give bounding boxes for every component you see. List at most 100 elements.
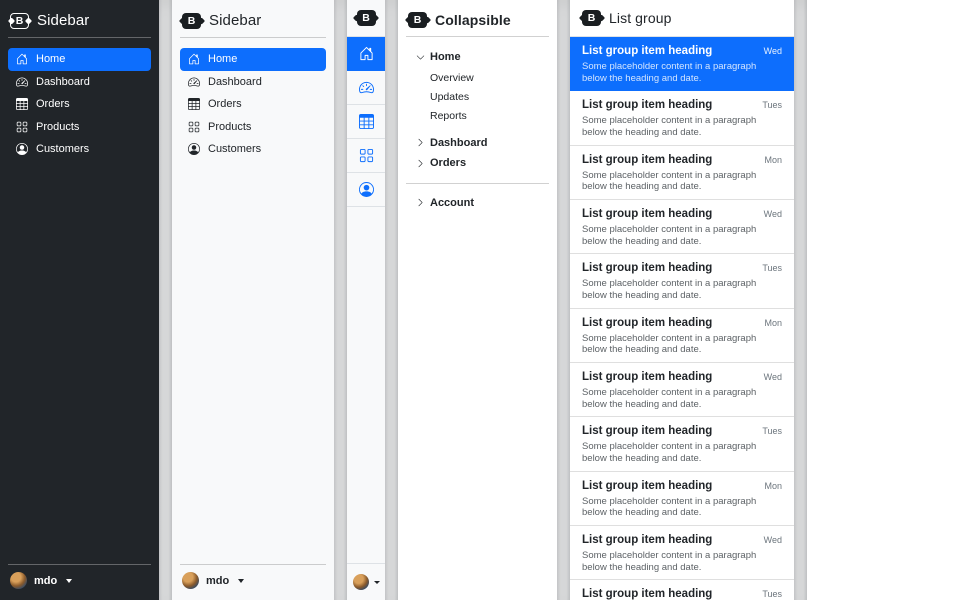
example-divider	[385, 0, 398, 600]
list-item[interactable]: List group item heading Wed Some placeho…	[570, 37, 794, 91]
list-item-body: Some placeholder content in a paragraph …	[582, 170, 758, 193]
list-item-row: List group item heading Mon	[582, 316, 782, 331]
list-item-body: Some placeholder content in a paragraph …	[582, 387, 758, 410]
list-item[interactable]: List group item heading Mon Some placeho…	[570, 472, 794, 526]
brand-letter: B	[188, 15, 196, 27]
dropdown-caret-icon	[238, 579, 244, 583]
list-item[interactable]: List group item heading Wed Some placeho…	[570, 200, 794, 254]
list-item[interactable]: List group item heading Tues Some placeh…	[570, 417, 794, 471]
nav-item-dashboard[interactable]: Dashboard	[8, 71, 151, 94]
sidebar-collapsible-brand[interactable]: B Collapsible	[406, 8, 549, 36]
list-item-day: Mon	[764, 318, 782, 328]
toggle-label: Home	[430, 51, 461, 63]
icon-nav-orders[interactable]	[347, 105, 385, 139]
list-item[interactable]: List group item heading Wed Some placeho…	[570, 526, 794, 580]
house-icon	[359, 46, 374, 61]
list-item-row: List group item heading Tues	[582, 587, 782, 600]
sidebar-icons-brand[interactable]: B	[347, 0, 385, 37]
speedometer-icon	[16, 76, 28, 88]
sidebar-listgroup-brand[interactable]: B List group	[570, 0, 794, 37]
icon-nav-customers[interactable]	[347, 173, 385, 207]
sidebar-light-brand[interactable]: B Sidebar	[180, 8, 326, 37]
list-item-row: List group item heading Mon	[582, 479, 782, 494]
list-item-heading: List group item heading	[582, 424, 712, 439]
nav-item-products[interactable]: Products	[180, 116, 326, 139]
toggle-home[interactable]: Home	[416, 47, 461, 68]
list-item-day: Wed	[764, 535, 782, 545]
divider	[406, 36, 549, 37]
list-item[interactable]: List group item heading Tues Some placeh…	[570, 91, 794, 145]
subnav-overview[interactable]: Overview	[430, 69, 549, 88]
list-item-heading: List group item heading	[582, 479, 712, 494]
nav-label: Customers	[36, 143, 89, 155]
example-divider	[159, 0, 172, 600]
icon-nav-dashboard[interactable]	[347, 71, 385, 105]
toggle-dashboard[interactable]: Dashboard	[416, 133, 487, 154]
nav-item-home[interactable]: Home	[8, 48, 151, 71]
nav-label: Home	[208, 53, 237, 65]
list-item-heading: List group item heading	[582, 533, 712, 548]
bootstrap-logo-icon: B	[10, 13, 29, 29]
list-item-row: List group item heading Tues	[582, 98, 782, 113]
chevron-right-icon	[416, 198, 425, 207]
nav-label: Dashboard	[36, 76, 90, 88]
house-icon	[188, 53, 200, 65]
nav-item-orders[interactable]: Orders	[180, 93, 326, 116]
sidebar-dark: B Sidebar Home Dashboard Orders Products	[0, 0, 159, 600]
list-item[interactable]: List group item heading Tues Some placeh…	[570, 580, 794, 600]
toggle-account[interactable]: Account	[416, 193, 474, 214]
chevron-right-icon	[416, 159, 425, 168]
list-item-day: Wed	[764, 46, 782, 56]
subnav-updates[interactable]: Updates	[430, 88, 549, 107]
list-item-day: Mon	[764, 155, 782, 165]
list-item-heading: List group item heading	[582, 98, 712, 113]
subnav-reports[interactable]: Reports	[430, 107, 549, 126]
chevron-right-icon	[416, 138, 425, 147]
user-menu-toggle[interactable]: mdo	[8, 565, 151, 592]
grid-icon	[359, 148, 374, 163]
user-menu-toggle[interactable]: mdo	[180, 565, 326, 592]
list-item-row: List group item heading Wed	[582, 370, 782, 385]
user-menu-toggle[interactable]	[347, 563, 385, 600]
dropdown-caret-icon	[66, 579, 72, 583]
list-item[interactable]: List group item heading Wed Some placeho…	[570, 363, 794, 417]
example-divider	[557, 0, 570, 600]
list-item-heading: List group item heading	[582, 44, 712, 59]
person-circle-icon	[16, 143, 28, 155]
list-item-body: Some placeholder content in a paragraph …	[582, 496, 758, 519]
nav-item-products[interactable]: Products	[8, 116, 151, 139]
nav-item-orders[interactable]: Orders	[8, 93, 151, 116]
nav-label: Orders	[208, 98, 242, 110]
list-item[interactable]: List group item heading Mon Some placeho…	[570, 146, 794, 200]
icon-nav-home[interactable]	[347, 37, 385, 71]
toggle-label: Account	[430, 197, 474, 209]
list-item-row: List group item heading Mon	[582, 153, 782, 168]
list-item-body: Some placeholder content in a paragraph …	[582, 61, 758, 84]
list-item-row: List group item heading Wed	[582, 533, 782, 548]
icon-nav-products[interactable]	[347, 139, 385, 173]
nav-item-home[interactable]: Home	[180, 48, 326, 71]
list-item[interactable]: List group item heading Mon Some placeho…	[570, 309, 794, 363]
list-item-row: List group item heading Wed	[582, 44, 782, 59]
brand-letter: B	[16, 15, 24, 27]
brand-letter: B	[414, 14, 422, 26]
list-item-day: Tues	[762, 426, 782, 436]
toggle-orders[interactable]: Orders	[416, 153, 466, 174]
list-item-body: Some placeholder content in a paragraph …	[582, 333, 758, 356]
sidebar-light: B Sidebar Home Dashboard Orders Products	[172, 0, 334, 600]
toggle-label: Orders	[430, 157, 466, 169]
sidebar-dark-brand[interactable]: B Sidebar	[8, 8, 151, 37]
sidebar-title: List group	[609, 10, 671, 26]
grid-icon	[188, 121, 200, 133]
person-circle-icon	[359, 182, 374, 197]
list-item-day: Tues	[762, 589, 782, 599]
nav-item-dashboard[interactable]: Dashboard	[180, 71, 326, 94]
table-icon	[188, 98, 200, 110]
sidebar-title: Sidebar	[209, 12, 261, 29]
sidebar-footer: mdo	[180, 564, 326, 592]
nav-item-customers[interactable]: Customers	[180, 138, 326, 161]
nav-item-customers[interactable]: Customers	[8, 138, 151, 161]
list-item[interactable]: List group item heading Tues Some placeh…	[570, 254, 794, 308]
list-item-heading: List group item heading	[582, 370, 712, 385]
avatar	[10, 572, 27, 589]
